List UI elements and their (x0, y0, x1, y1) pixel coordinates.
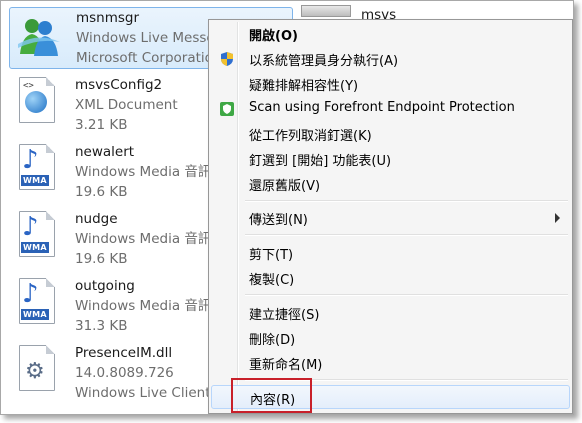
file-name: PresenceIM.dll (75, 345, 173, 361)
uac-shield-icon (219, 51, 235, 67)
menu-item-label: 開啟(O) (249, 29, 298, 44)
menu-item-cut[interactable]: 剪下(T) (211, 241, 570, 265)
menu-item-restore[interactable]: 還原舊版(V) (211, 172, 570, 196)
menu-item-label: 傳送到(N) (249, 213, 308, 228)
file-tile-msvsconfig2[interactable]: <> msvsConfig2 XML Document 3.21 KB (13, 75, 213, 141)
menu-item-label: 以系統管理員身分執行(A) (249, 54, 399, 69)
file-size: 3.21 KB (75, 117, 128, 133)
context-menu: 開啟(O) 以系統管理員身分執行(A) 疑難排解相容性(Y) Scan usin… (208, 19, 573, 414)
file-name: msvsConfig2 (75, 77, 163, 93)
file-tile-nudge[interactable]: ♪ WMA nudge Windows Media 音訊 19.6 KB (13, 209, 213, 275)
explorer-window: msvs msnmsgr Windows Live Messen Microso… (0, 0, 574, 415)
file-name: newalert (75, 144, 135, 160)
menu-item-label: 從工作列取消釘選(K) (249, 129, 372, 144)
menu-item-label: 剪下(T) (249, 248, 294, 263)
menu-separator (245, 200, 568, 202)
file-size: 19.6 KB (75, 251, 128, 267)
forefront-icon (219, 101, 235, 117)
xml-document-icon: <> (13, 75, 61, 123)
menu-item-run-as-admin[interactable]: 以系統管理員身分執行(A) (211, 47, 570, 71)
menu-item-delete[interactable]: 刪除(D) (211, 326, 570, 350)
file-type: Windows Media 音訊 (75, 231, 212, 247)
menu-separator (245, 294, 568, 296)
menu-item-unpin-taskbar[interactable]: 從工作列取消釘選(K) (211, 122, 570, 146)
file-name: msnmsgr (76, 10, 140, 26)
submenu-arrow-icon (555, 213, 560, 223)
wma-audio-icon: ♪ WMA (13, 276, 61, 324)
menu-item-label: 釘選到 [開始] 功能表(U) (249, 154, 392, 169)
file-size: 31.3 KB (75, 318, 128, 334)
menu-item-copy[interactable]: 複製(C) (211, 266, 570, 290)
wma-audio-icon: ♪ WMA (13, 142, 61, 190)
menu-item-label: Scan using Forefront Endpoint Protection (249, 100, 515, 115)
file-company: Windows Live Client P (75, 385, 223, 401)
menu-item-label: 建立捷徑(S) (249, 308, 320, 323)
menu-item-label: 重新命名(M) (249, 358, 323, 373)
menu-item-rename[interactable]: 重新命名(M) (211, 351, 570, 375)
menu-item-scan-forefront[interactable]: Scan using Forefront Endpoint Protection (211, 97, 570, 121)
file-type: Windows Media 音訊 (75, 298, 212, 314)
file-type: XML Document (75, 97, 178, 113)
menu-item-create-shortcut[interactable]: 建立捷徑(S) (211, 301, 570, 325)
generic-file-icon (301, 5, 351, 17)
menu-item-send-to[interactable]: 傳送到(N) (211, 206, 570, 230)
messenger-icon (14, 14, 62, 62)
file-tile-newalert[interactable]: ♪ WMA newalert Windows Media 音訊 19.6 KB (13, 142, 213, 208)
file-type: Windows Media 音訊 (75, 164, 212, 180)
file-type: Windows Live Messen (76, 30, 224, 46)
menu-item-open[interactable]: 開啟(O) (211, 22, 570, 46)
menu-separator (245, 234, 568, 236)
highlight-box (231, 378, 312, 413)
file-version: 14.0.8089.726 (75, 365, 174, 381)
menu-item-label: 複製(C) (249, 273, 295, 288)
menu-item-troubleshoot[interactable]: 疑難排解相容性(Y) (211, 72, 570, 96)
file-size: 19.6 KB (75, 184, 128, 200)
file-name: outgoing (75, 278, 135, 294)
file-tile-presenceim[interactable]: ⚙ PresenceIM.dll 14.0.8089.726 Windows L… (13, 343, 223, 409)
menu-item-label: 疑難排解相容性(Y) (249, 79, 359, 94)
wma-audio-icon: ♪ WMA (13, 209, 61, 257)
menu-item-label: 刪除(D) (249, 333, 296, 348)
file-company: Microsoft Corporatio (76, 50, 213, 66)
menu-item-pin-start[interactable]: 釘選到 [開始] 功能表(U) (211, 147, 570, 171)
dll-gear-icon: ⚙ (13, 343, 61, 391)
file-name: nudge (75, 211, 118, 227)
menu-item-label: 還原舊版(V) (249, 179, 321, 194)
file-tile-outgoing[interactable]: ♪ WMA outgoing Windows Media 音訊 31.3 KB (13, 276, 213, 342)
